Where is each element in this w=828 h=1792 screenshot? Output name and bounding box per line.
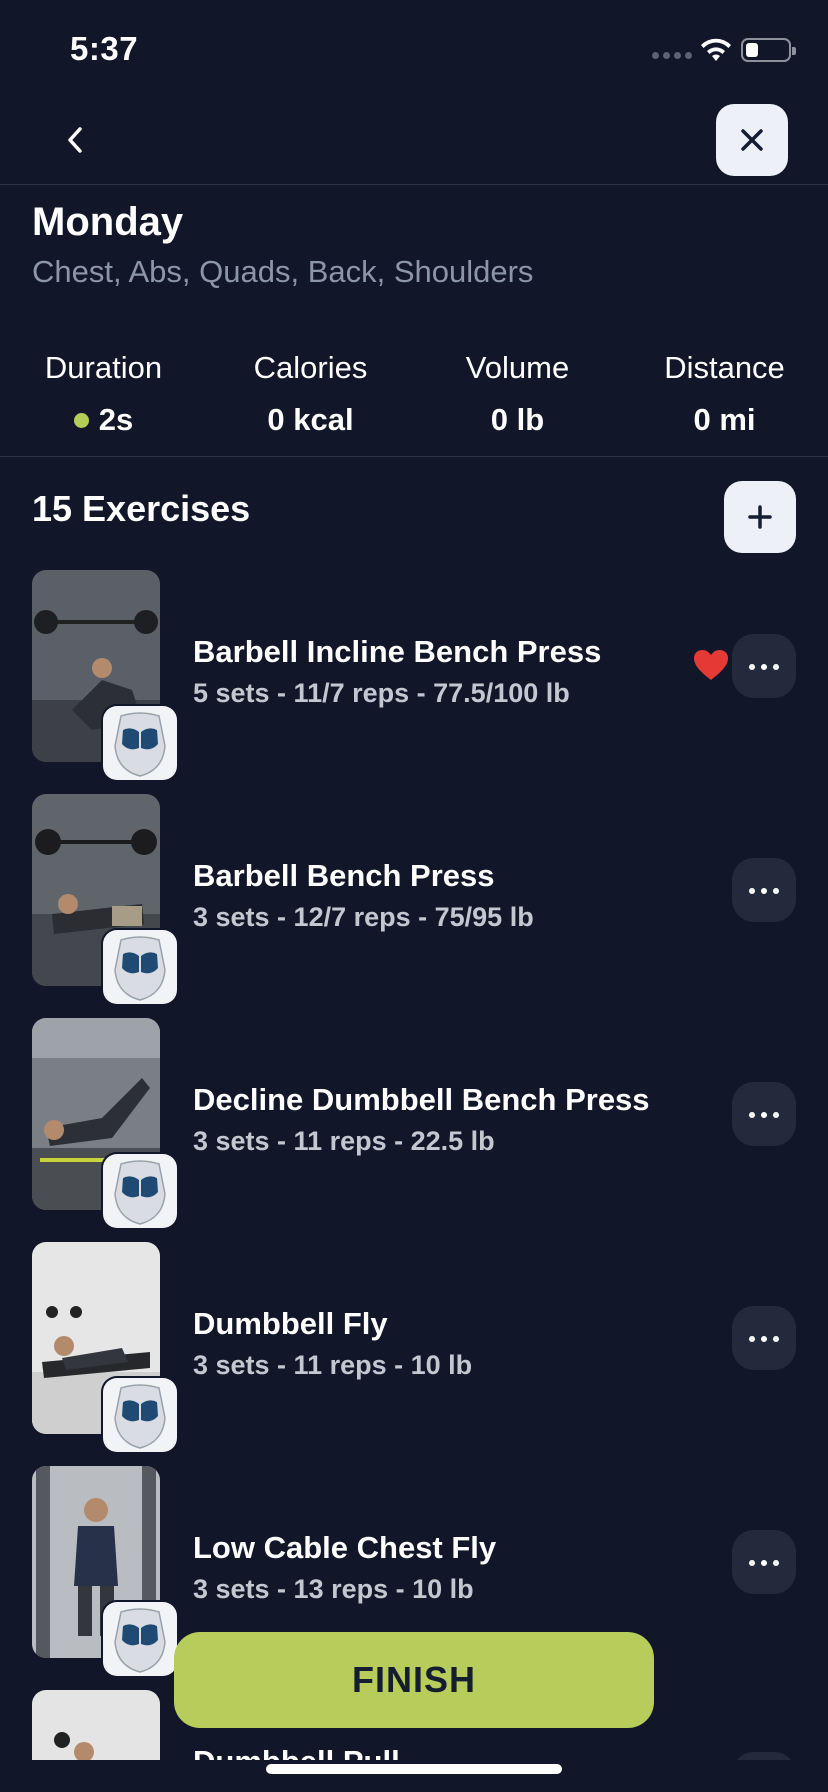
chest-muscle-icon xyxy=(103,1602,177,1676)
exercise-name: Decline Dumbbell Bench Press xyxy=(193,1082,650,1117)
exercise-detail: 5 sets - 11/7 reps - 77.5/100 lb xyxy=(193,678,570,708)
ellipsis-icon xyxy=(746,881,782,899)
favorite-heart-icon[interactable] xyxy=(692,648,730,682)
stat-value: 0 lb xyxy=(490,402,545,437)
cellular-signal-icon xyxy=(652,52,692,59)
stat-duration: Duration 2s xyxy=(0,350,207,438)
finish-button[interactable]: FINISH xyxy=(174,1632,654,1728)
chevron-left-icon xyxy=(68,127,82,153)
stat-value: 0 kcal xyxy=(267,402,354,437)
stat-calories: Calories 0 kcal xyxy=(207,350,414,438)
exercise-name: Low Cable Chest Fly xyxy=(193,1530,497,1565)
ellipsis-icon xyxy=(746,657,782,675)
battery-icon xyxy=(741,38,796,62)
exercise-detail: 3 sets - 12/7 reps - 75/95 lb xyxy=(193,902,534,932)
more-options-button[interactable] xyxy=(732,1306,796,1370)
close-button[interactable] xyxy=(716,104,788,176)
exercise-name: Barbell Bench Press xyxy=(193,858,495,893)
chest-muscle-icon xyxy=(103,1378,177,1452)
more-options-button[interactable] xyxy=(732,1530,796,1594)
exercise-name: Barbell Incline Bench Press xyxy=(193,634,602,669)
wifi-icon xyxy=(701,38,731,61)
add-exercise-button[interactable] xyxy=(724,481,796,553)
stat-label: Calories xyxy=(253,350,368,385)
more-options-button[interactable] xyxy=(732,858,796,922)
exercise-row[interactable]: Barbell Bench Press 3 sets - 12/7 reps -… xyxy=(0,794,828,1018)
stat-volume: Volume 0 lb xyxy=(414,350,621,438)
home-indicator[interactable] xyxy=(266,1764,562,1774)
exercise-detail: 3 sets - 13 reps - 10 lb xyxy=(193,1574,474,1604)
stat-label: Duration xyxy=(44,350,163,385)
stat-value: 0 mi xyxy=(693,402,756,437)
header-divider xyxy=(0,184,828,185)
ellipsis-icon xyxy=(746,1329,782,1347)
close-icon xyxy=(741,129,763,151)
ellipsis-icon xyxy=(746,1105,782,1123)
chest-muscle-icon xyxy=(103,930,177,1004)
workout-title: Monday xyxy=(32,200,184,244)
stat-value: 2s xyxy=(98,402,134,437)
ellipsis-icon xyxy=(746,1553,782,1571)
exercise-name: Dumbbell Fly xyxy=(193,1306,388,1341)
stats-divider xyxy=(0,456,828,457)
chest-muscle-icon xyxy=(103,1154,177,1228)
exercise-detail: 3 sets - 11 reps - 22.5 lb xyxy=(193,1126,495,1156)
more-options-button[interactable] xyxy=(732,634,796,698)
chest-muscle-icon xyxy=(103,706,177,780)
exercises-count: 15 Exercises xyxy=(32,488,251,529)
stat-label: Volume xyxy=(465,350,570,385)
live-indicator-icon xyxy=(73,412,89,428)
status-time: 5:37 xyxy=(70,30,139,67)
back-button[interactable] xyxy=(50,112,100,168)
exercise-detail: 3 sets - 11 reps - 10 lb xyxy=(193,1350,473,1380)
stat-distance: Distance 0 mi xyxy=(621,350,828,438)
stat-label: Distance xyxy=(664,350,785,385)
exercise-row[interactable]: Decline Dumbbell Bench Press 3 sets - 11… xyxy=(0,1018,828,1242)
workout-muscles: Chest, Abs, Quads, Back, Shoulders xyxy=(32,254,534,289)
exercise-row[interactable]: Dumbbell Fly 3 sets - 11 reps - 10 lb xyxy=(0,1242,828,1466)
more-options-button[interactable] xyxy=(732,1082,796,1146)
exercise-row[interactable]: Barbell Incline Bench Press 5 sets - 11/… xyxy=(0,570,828,794)
plus-icon xyxy=(748,505,772,529)
